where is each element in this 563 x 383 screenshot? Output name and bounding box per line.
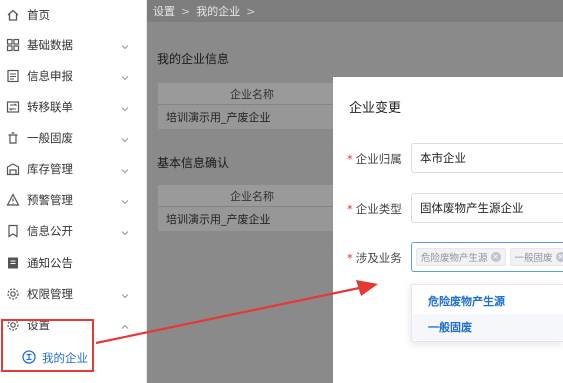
form-row-type: * 企业类型 固体废物产生源企业 [333,193,563,223]
sidebar-item-transfer[interactable]: 转移联单 [0,92,147,122]
notice-icon [6,256,20,270]
warehouse-icon [6,162,20,176]
chevron-down-icon [121,72,129,81]
sidebar-item-label: 基础数据 [27,38,73,52]
dropdown-option[interactable]: 一般固废 [412,314,563,340]
sidebar-item-label: 权限管理 [27,287,73,301]
dropdown-option[interactable]: 危险废物产生源 [412,288,563,314]
sidebar-item-label: 首页 [27,8,50,22]
sidebar-item-label: 库存管理 [27,162,73,176]
breadcrumb-separator: > [181,4,191,18]
enterprise-info-table: 企业名称 培训演示用_产废企业 [157,82,347,130]
breadcrumb: 设置 > 我的企业 > [147,0,563,22]
alert-icon [6,193,20,207]
sidebar-item-home[interactable]: 首页 [0,0,147,30]
chevron-down-icon [121,196,129,205]
ownership-select[interactable]: 本市企业 [411,143,563,173]
sidebar-item-general-waste[interactable]: 一般固废 [0,123,147,153]
sidebar-item-warning[interactable]: 预警管理 [0,185,147,215]
table-header: 企业名称 [158,185,346,207]
sidebar: 首页 基础数据 信息申报 转移联单 一般固废 库存管理 预警管理 信息公开 通知… [0,0,147,383]
breadcrumb-item[interactable]: 我的企业 [196,3,240,19]
form-label: * 企业归属 [347,152,402,166]
sidebar-item-label: 一般固废 [27,131,73,145]
close-icon[interactable]: × [490,252,501,262]
annotation-highlight-box [1,319,94,372]
sidebar-item-label: 通知公告 [27,256,73,270]
bookmark-icon [6,224,20,238]
table-cell: 培训演示用_产废企业 [166,111,271,124]
chevron-down-icon [121,165,129,174]
required-mark: * [347,202,353,216]
table-cell: 培训演示用_产废企业 [166,213,271,226]
sidebar-item-notice[interactable]: 通知公告 [0,248,147,278]
form-row-ownership: * 企业归属 本市企业 [333,143,563,173]
chevron-down-icon [121,41,129,50]
enterprise-type-select[interactable]: 固体废物产生源企业 [411,193,563,223]
sidebar-item-inventory[interactable]: 库存管理 [0,154,147,184]
transfer-icon [6,100,20,114]
chevron-down-icon [121,103,129,112]
business-dropdown: 危险废物产生源 一般固废 [411,284,563,342]
waste-icon [6,131,20,145]
sidebar-item-declaration[interactable]: 信息申报 [0,61,147,91]
sidebar-item-basic-data[interactable]: 基础数据 [0,30,147,60]
basic-info-table: 企业名称 培训演示用_产废企业 [157,184,347,232]
required-mark: * [347,152,353,166]
sidebar-item-disclosure[interactable]: 信息公开 [0,216,147,246]
sidebar-item-label: 转移联单 [27,100,73,114]
form-label: * 涉及业务 [347,251,402,265]
close-icon[interactable]: × [555,252,563,262]
breadcrumb-item[interactable]: 设置 [153,3,175,19]
dialog-title: 企业变更 [349,101,402,116]
chevron-up-icon [121,321,129,329]
report-icon [6,69,20,83]
chevron-down-icon [121,227,129,236]
form-label: * 企业类型 [347,202,402,216]
gear-icon [6,287,20,301]
breadcrumb-separator: > [246,4,256,18]
required-mark: * [347,251,353,265]
sidebar-item-label: 信息公开 [27,224,73,238]
section-title: 我的企业信息 [157,52,230,66]
sidebar-item-label: 预警管理 [27,193,73,207]
grid-icon [6,38,20,52]
sidebar-item-permissions[interactable]: 权限管理 [0,279,147,309]
form-row-business: * 涉及业务 危险废物产生源 × 一般固废 × [333,242,563,272]
sidebar-item-label: 信息申报 [27,69,73,83]
chevron-down-icon [121,290,129,299]
business-multiselect[interactable]: 危险废物产生源 × 一般固废 × [411,242,563,272]
chevron-down-icon [121,134,129,143]
selected-tag: 一般固废 × [509,248,563,266]
section-title: 基本信息确认 [157,156,230,170]
selected-tag: 危险废物产生源 × [416,248,506,266]
home-icon [6,8,20,22]
table-header: 企业名称 [158,83,346,105]
